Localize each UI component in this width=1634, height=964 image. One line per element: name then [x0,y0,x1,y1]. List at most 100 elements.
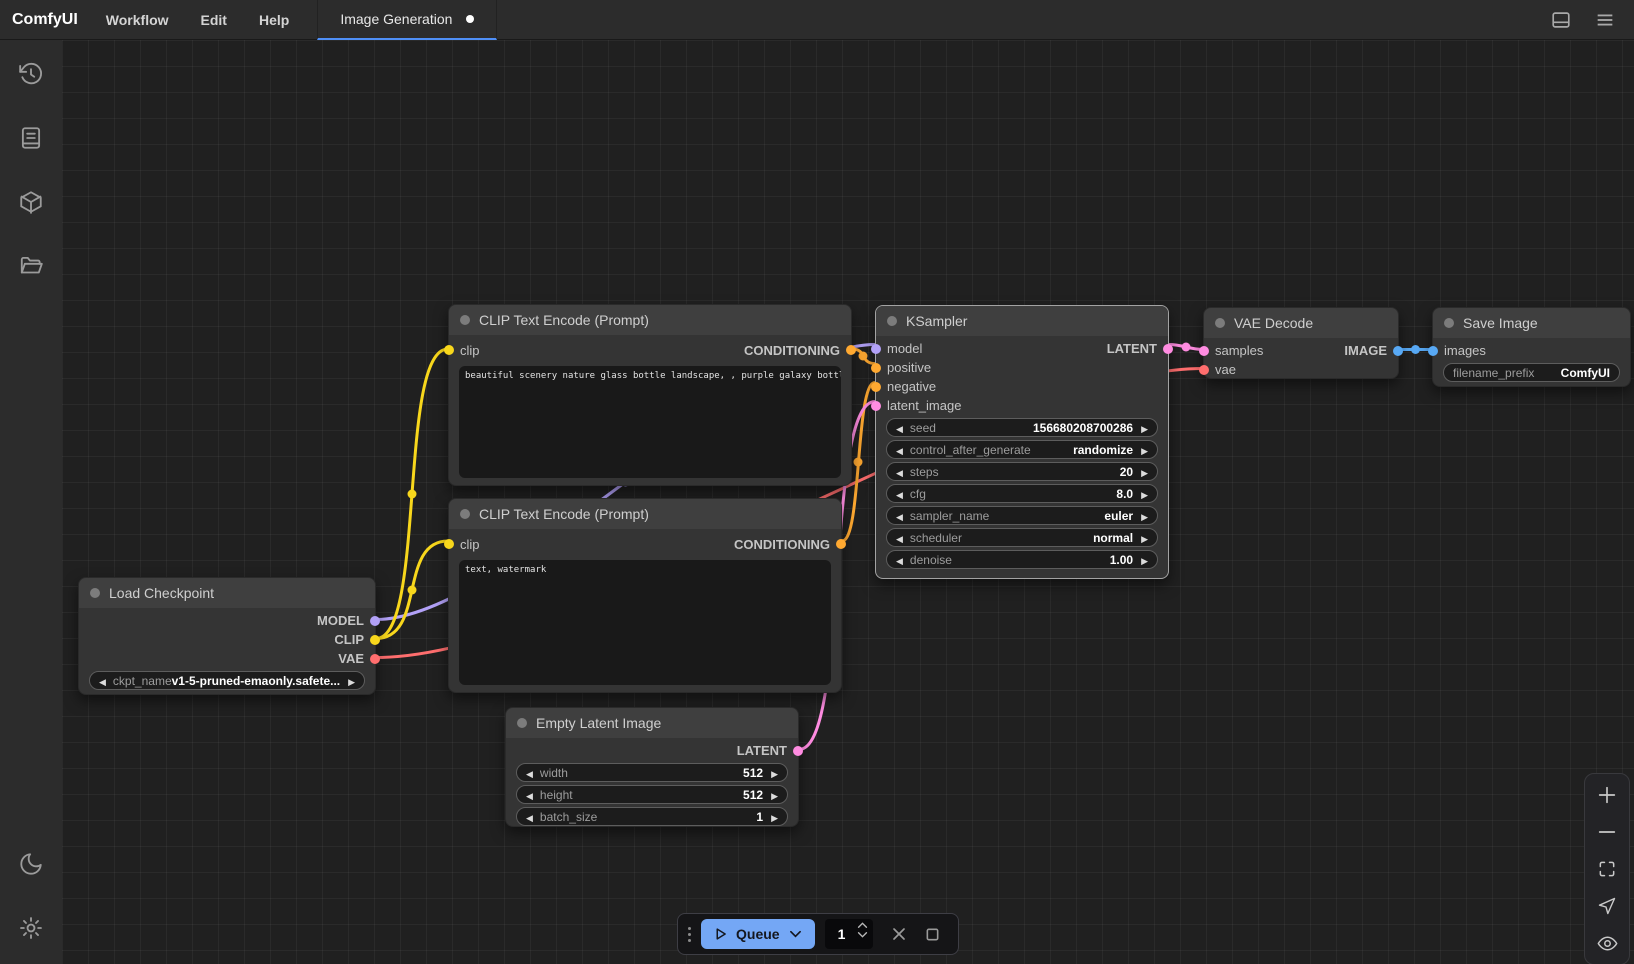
model-library-icon[interactable] [9,180,53,224]
increment-arrow-icon[interactable] [1133,553,1148,567]
toggle-link-visibility-eye-icon[interactable] [1595,931,1619,955]
node-library-icon[interactable] [9,116,53,160]
increment-arrow-icon[interactable] [1133,465,1148,479]
increment-arrow-icon[interactable] [763,810,778,824]
node-save-image[interactable]: Save Image images filename_prefix ComfyU… [1432,307,1631,387]
decrement-arrow-icon[interactable] [526,810,533,824]
bottom-panel-icon[interactable] [1550,9,1572,31]
collapse-dot-icon[interactable] [460,315,470,325]
node-header[interactable]: Empty Latent Image [506,708,798,738]
output-slot-latent[interactable] [793,746,803,756]
node-header[interactable]: VAE Decode [1204,308,1398,338]
input-slot-vae[interactable] [1199,365,1209,375]
decrement-arrow-icon[interactable] [896,487,903,501]
text-widget-filename-prefix[interactable]: filename_prefix ComfyUI [1443,363,1620,382]
collapse-dot-icon[interactable] [90,588,100,598]
select-mode-icon[interactable] [1595,894,1619,918]
node-header[interactable]: KSampler [876,306,1168,336]
clear-queue-icon[interactable] [891,926,907,942]
stop-icon[interactable] [925,927,940,942]
input-slot-clip[interactable] [444,539,454,549]
node-clip-text-encode-positive[interactable]: CLIP Text Encode (Prompt) clip CONDITION… [448,304,852,486]
input-slot-samples[interactable] [1199,346,1209,356]
node-header[interactable]: CLIP Text Encode (Prompt) [449,305,851,335]
output-slot-model[interactable] [370,616,380,626]
node-header[interactable]: Save Image [1433,308,1630,338]
node-header[interactable]: Load Checkpoint [79,578,375,608]
drag-handle-icon[interactable] [688,927,691,942]
collapse-dot-icon[interactable] [1444,318,1454,328]
number-widget-batch-size[interactable]: batch_size1 [516,807,788,826]
decrement-arrow-icon[interactable] [99,674,106,688]
menu-workflow[interactable]: Workflow [106,12,169,28]
queue-button[interactable]: Queue [701,919,815,949]
number-widget-width[interactable]: width512 [516,763,788,782]
number-widget-denoise[interactable]: denoise1.00 [886,550,1158,569]
input-slot-positive[interactable] [871,363,881,373]
increment-arrow-icon[interactable] [763,766,778,780]
settings-gear-icon[interactable] [9,906,53,950]
increment-arrow-icon[interactable] [763,788,778,802]
hamburger-menu-icon[interactable] [1594,9,1616,31]
node-clip-text-encode-negative[interactable]: CLIP Text Encode (Prompt) clip CONDITION… [448,498,842,693]
output-slot-conditioning[interactable] [836,539,846,549]
collapse-dot-icon[interactable] [460,509,470,519]
menu-help[interactable]: Help [259,12,289,28]
increment-arrow-icon[interactable] [1133,509,1148,523]
decrement-arrow-icon[interactable] [896,531,903,545]
prompt-text-input[interactable]: beautiful scenery nature glass bottle la… [459,366,841,478]
output-slot-clip[interactable] [370,635,380,645]
input-slot-images[interactable] [1428,346,1438,356]
history-icon[interactable] [9,52,53,96]
node-vae-decode[interactable]: VAE Decode samples IMAGE vae [1203,307,1399,379]
workflow-tab[interactable]: Image Generation [317,0,497,40]
decrement-arrow-icon[interactable] [526,788,533,802]
node-empty-latent-image[interactable]: Empty Latent Image LATENT width512 heigh… [505,707,799,827]
zoom-in-icon[interactable] [1595,783,1619,807]
number-widget-height[interactable]: height512 [516,785,788,804]
input-slot-latent-image[interactable] [871,401,881,411]
increment-arrow-icon[interactable] [1133,421,1148,435]
output-slot-vae[interactable] [370,654,380,664]
increment-arrow-icon[interactable] [1133,443,1148,457]
zoom-out-icon[interactable] [1595,820,1619,844]
unsaved-indicator-dot[interactable] [466,15,474,23]
collapse-dot-icon[interactable] [887,316,897,326]
node-header[interactable]: CLIP Text Encode (Prompt) [449,499,841,529]
decrement-arrow-icon[interactable] [896,465,903,479]
collapse-dot-icon[interactable] [1215,318,1225,328]
theme-toggle-moon-icon[interactable] [9,842,53,886]
collapse-dot-icon[interactable] [517,718,527,728]
workflows-folder-icon[interactable] [9,244,53,288]
prompt-text-input[interactable]: text, watermark [459,560,831,685]
step-down-icon[interactable] [857,931,868,938]
decrement-arrow-icon[interactable] [896,553,903,567]
step-up-icon[interactable] [857,922,868,929]
decrement-arrow-icon[interactable] [896,509,903,523]
node-graph-canvas[interactable]: Load Checkpoint MODEL CLIP VAE ckpt_name… [62,40,1634,964]
node-load-checkpoint[interactable]: Load Checkpoint MODEL CLIP VAE ckpt_name… [78,577,376,695]
fit-view-icon[interactable] [1595,857,1619,881]
input-slot-clip[interactable] [444,345,454,355]
increment-arrow-icon[interactable] [340,674,355,688]
decrement-arrow-icon[interactable] [526,766,533,780]
output-slot-conditioning[interactable] [846,345,856,355]
menu-edit[interactable]: Edit [201,12,227,28]
batch-count-input[interactable]: 1 [825,919,873,949]
input-slot-negative[interactable] [871,382,881,392]
input-slot-model[interactable] [871,344,881,354]
number-widget-steps[interactable]: steps20 [886,462,1158,481]
decrement-arrow-icon[interactable] [896,421,903,435]
combo-widget-sampler-name[interactable]: sampler_nameeuler [886,506,1158,525]
combo-widget-ckpt-name[interactable]: ckpt_name v1-5-pruned-emaonly.safete... [89,671,365,690]
combo-widget-scheduler[interactable]: schedulernormal [886,528,1158,547]
increment-arrow-icon[interactable] [1133,531,1148,545]
node-ksampler[interactable]: KSampler model LATENT positive negative … [875,305,1169,579]
number-widget-cfg[interactable]: cfg8.0 [886,484,1158,503]
increment-arrow-icon[interactable] [1133,487,1148,501]
combo-widget-control-after-generate[interactable]: control_after_generaterandomize [886,440,1158,459]
number-widget-seed[interactable]: seed156680208700286 [886,418,1158,437]
output-slot-latent[interactable] [1163,344,1173,354]
output-slot-image[interactable] [1393,346,1403,356]
decrement-arrow-icon[interactable] [896,443,903,457]
